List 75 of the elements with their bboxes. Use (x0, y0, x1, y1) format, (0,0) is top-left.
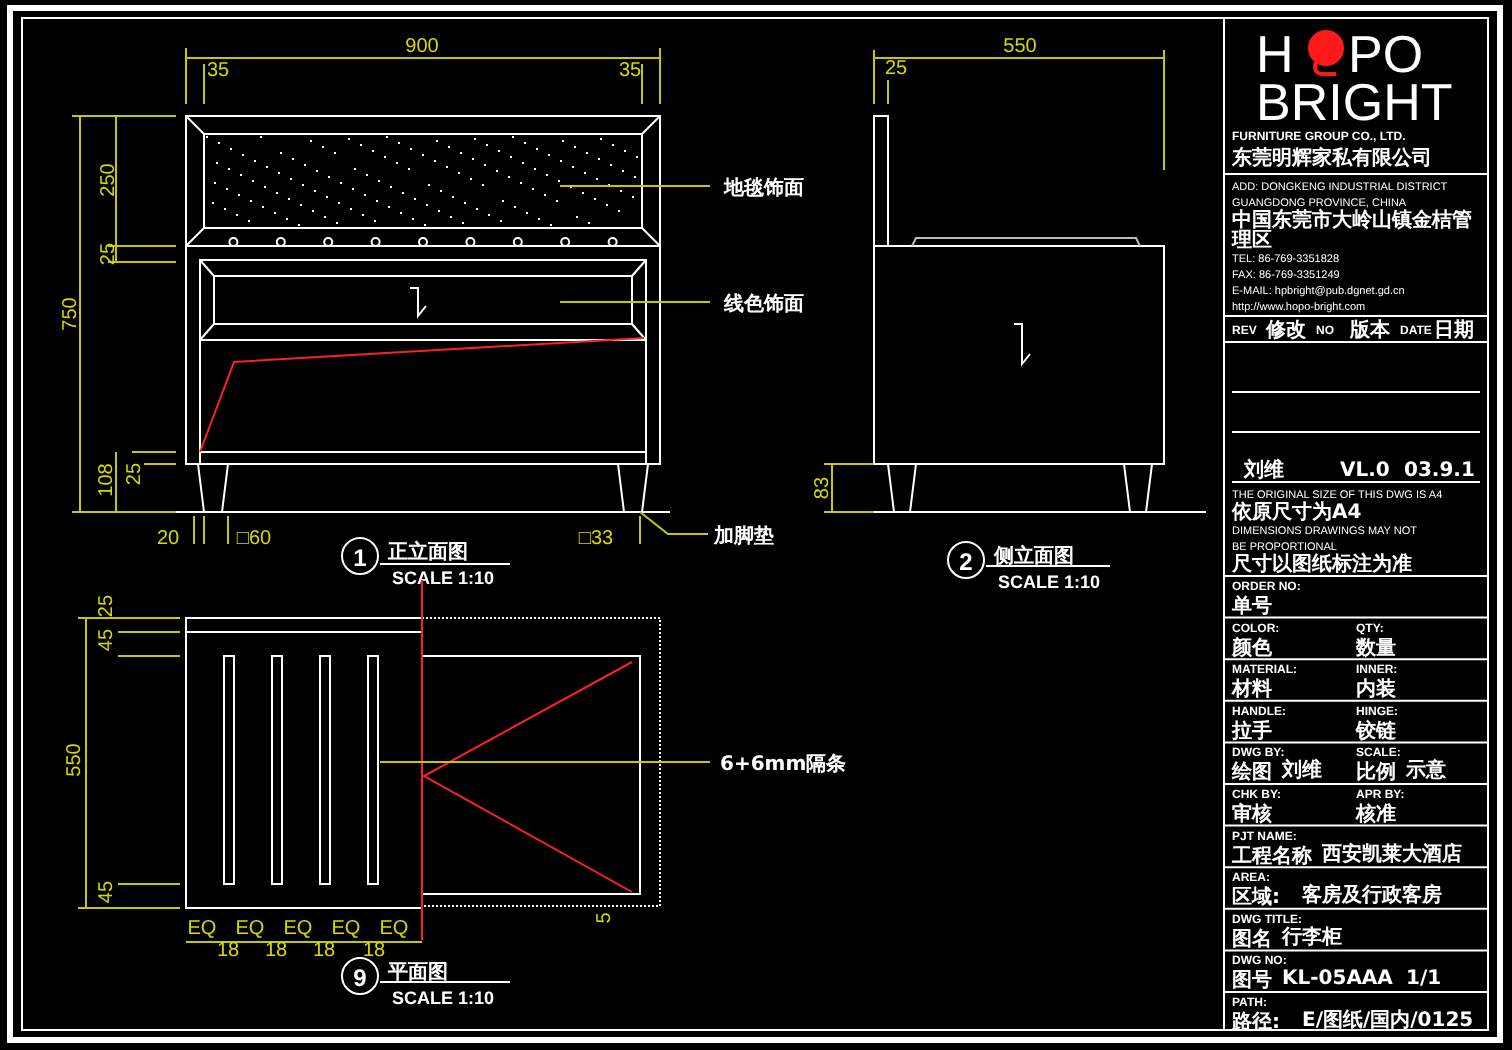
dimension-label: 25 (96, 594, 118, 618)
field-label: 铰链 (1356, 720, 1396, 743)
view-number: 2 (959, 548, 973, 576)
drawing-note: 尺寸以图纸标注为准 (1232, 554, 1412, 576)
view-scale: SCALE 1:10 (998, 572, 1101, 592)
dimension-label: 18 (362, 940, 386, 962)
dimension-label: 35 (206, 60, 230, 82)
dimension-label: 108 (96, 463, 118, 497)
dimension-label: 25 (124, 462, 146, 486)
field-label: 单号 (1232, 596, 1272, 618)
view-scale: SCALE 1:10 (392, 568, 495, 588)
view-number: 1 (353, 544, 367, 572)
dimension-label: 25 (98, 242, 120, 266)
company-name: 东莞明辉家私有限公司 (1232, 148, 1432, 170)
dimension-label: 18 (216, 940, 240, 962)
view-title: 平面图 (388, 962, 448, 984)
view-scale: SCALE 1:10 (392, 988, 495, 1008)
field-label: 核准 (1356, 804, 1396, 826)
logo-mark-icon (1308, 30, 1344, 76)
dimension-label: 750 (60, 297, 82, 331)
field-value: 行李柜 (1282, 926, 1342, 949)
revision-header: 日期 (1434, 320, 1474, 342)
revision-header: 修改 (1266, 320, 1306, 342)
field-label: 数量 (1356, 637, 1396, 660)
field-value: 客房及行政客房 (1302, 885, 1442, 908)
dimension-label: □60 (236, 528, 272, 550)
view-title: 正立面图 (388, 542, 468, 564)
dimension-label: 18 (312, 940, 336, 962)
field-value: 1/1 (1406, 968, 1442, 991)
contact-line: 中国东莞市大岭山镇金桔管理区 (1232, 210, 1472, 252)
field-value: 西安凯莱大酒店 (1322, 843, 1462, 866)
field-value: 刘维 (1282, 760, 1322, 783)
dimension-label: 45 (96, 628, 118, 652)
material-label: 线色饰面 (724, 294, 804, 316)
dimension-label: 550 (64, 743, 86, 777)
dimension-label: 25 (884, 58, 908, 80)
dimension-label: EQ (187, 918, 217, 940)
field-label: 拉手 (1232, 720, 1272, 743)
dimension-label: □33 (578, 528, 614, 550)
field-label: 图名 (1232, 928, 1272, 951)
field-label: 绘图 (1232, 762, 1272, 785)
dimension-label: 900 (405, 36, 439, 58)
revision-header: 版本 (1350, 320, 1390, 342)
revision-cell: 刘维 (1244, 460, 1284, 482)
field-label: 审核 (1232, 804, 1272, 826)
material-label: 地毯饰面 (724, 178, 804, 200)
material-label: 6+6mm隔条 (720, 754, 847, 776)
dimension-label: EQ (283, 918, 313, 940)
field-label: 比例 (1356, 762, 1396, 785)
dimension-label: 5 (594, 912, 616, 924)
field-label: 区域: (1232, 887, 1280, 910)
field-label: 内装 (1356, 679, 1396, 702)
dimension-label: 18 (264, 940, 288, 962)
dimension-label: 45 (96, 880, 118, 904)
dimension-label: 83 (812, 476, 834, 500)
field-label: 图号 (1232, 970, 1272, 993)
dimension-label: EQ (235, 918, 265, 940)
field-label: 颜色 (1232, 637, 1272, 660)
field-value: 示意 (1406, 760, 1446, 783)
revision-cell: 03.9.1 (1404, 460, 1475, 482)
field-value: KL-05AAA (1282, 968, 1393, 991)
revision-cell: VL.0 (1340, 460, 1390, 482)
field-label: 工程名称 (1232, 845, 1312, 868)
material-label: 加脚垫 (714, 526, 774, 548)
dimension-label: EQ (379, 918, 409, 940)
view-number: 9 (353, 964, 367, 992)
view-title: 侧立面图 (994, 546, 1074, 568)
field-label: 材料 (1232, 679, 1272, 702)
drawing-note: 依原尺寸为A4 (1232, 502, 1362, 524)
dimension-label: EQ (331, 918, 361, 940)
dimension-label: 20 (156, 528, 180, 550)
dimension-label: 550 (1003, 36, 1037, 58)
dimension-label: 250 (98, 163, 120, 197)
field-value: E/图纸/国内/0125 (1302, 1010, 1474, 1032)
dimension-label: 35 (618, 60, 642, 82)
